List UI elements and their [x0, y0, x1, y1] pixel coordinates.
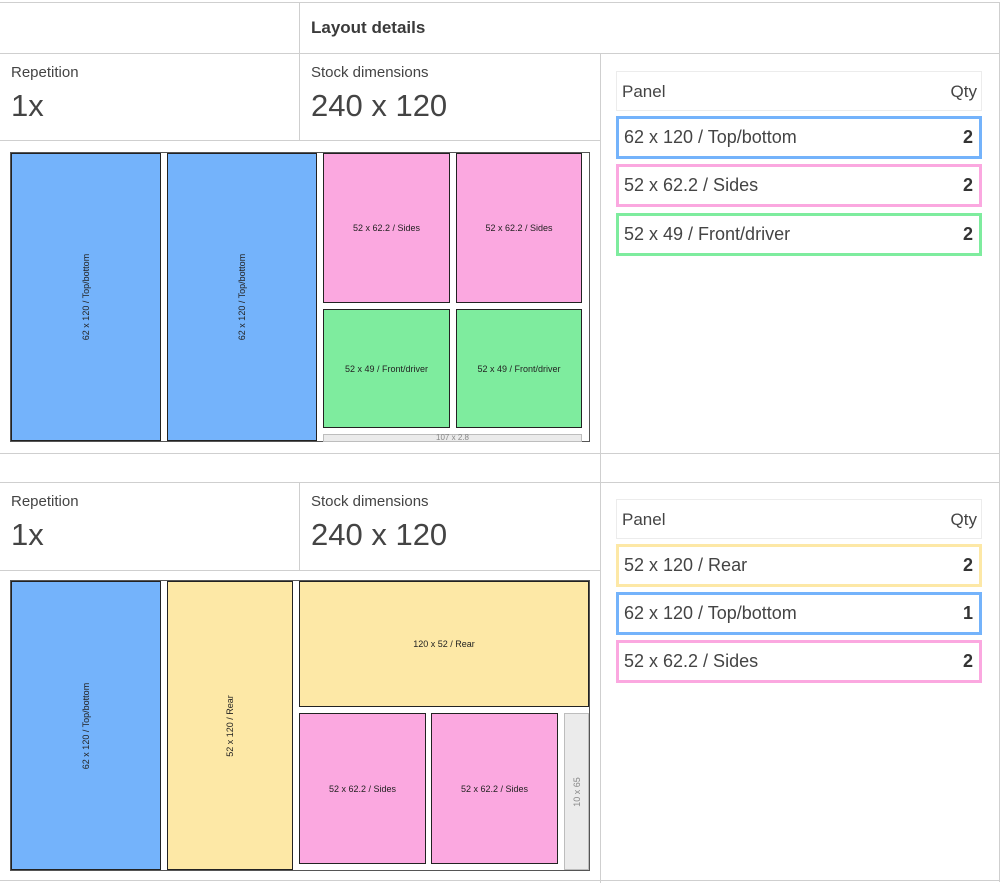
cut-piece-sides[interactable]: 52 x 62.2 / Sides [323, 153, 450, 303]
panel-row[interactable]: 52 x 62.2 / Sides 2 [616, 164, 982, 207]
panel-list-header: Panel Qty [616, 499, 982, 539]
panel-row[interactable]: 62 x 120 / Top/bottom 2 [616, 116, 982, 159]
panel-row[interactable]: 52 x 49 / Front/driver 2 [616, 213, 982, 256]
grid-line [600, 53, 601, 883]
offcut-piece[interactable]: 107 x 2.8 [323, 433, 582, 442]
grid-line [999, 2, 1000, 882]
panel-qty: 2 [962, 175, 973, 195]
grid-line [0, 2, 1000, 3]
cut-piece-top-bottom[interactable]: 62 x 120 / Top/bottom [167, 153, 317, 441]
qty-column-header: Qty [950, 82, 977, 101]
panel-row[interactable]: 62 x 120 / Top/bottom 1 [616, 592, 982, 635]
offcut-piece[interactable]: 10 x 65 [564, 713, 589, 870]
stock-dimensions-label: Stock dimensions [311, 493, 429, 510]
grid-line [0, 570, 600, 571]
stock-dimensions-value: 240 x 120 [311, 517, 448, 552]
repetition-label: Repetition [11, 64, 79, 81]
panel-row[interactable]: 52 x 120 / Rear 2 [616, 544, 982, 587]
repetition-value: 1x [11, 88, 44, 123]
stock-dimensions-label: Stock dimensions [311, 64, 429, 81]
panel-name: 52 x 49 / Front/driver [624, 224, 791, 244]
grid-line [299, 2, 300, 54]
grid-line [0, 880, 1000, 881]
panel-list-header: Panel Qty [616, 71, 982, 111]
panel-column-header: Panel [622, 82, 666, 101]
panel-name: 52 x 62.2 / Sides [624, 651, 759, 671]
cut-piece-front-driver[interactable]: 52 x 49 / Front/driver [323, 309, 450, 428]
grid-line [299, 53, 300, 141]
qty-column-header: Qty [950, 510, 977, 529]
grid-line [0, 53, 1000, 54]
grid-line [0, 453, 1000, 454]
panel-row[interactable]: 52 x 62.2 / Sides 2 [616, 640, 982, 683]
panel-qty: 1 [962, 603, 973, 623]
cut-piece-sides[interactable]: 52 x 62.2 / Sides [456, 153, 582, 303]
grid-line [0, 140, 600, 141]
panel-qty: 2 [962, 224, 973, 244]
cut-piece-top-bottom[interactable]: 62 x 120 / Top/bottom [11, 581, 161, 870]
layout-details-title: Layout details [311, 18, 426, 37]
panel-name: 52 x 120 / Rear [624, 555, 748, 575]
panel-qty: 2 [962, 555, 973, 575]
cut-piece-rear[interactable]: 52 x 120 / Rear [167, 581, 293, 870]
repetition-value: 1x [11, 517, 44, 552]
cut-piece-top-bottom[interactable]: 62 x 120 / Top/bottom [11, 153, 161, 441]
cut-piece-sides[interactable]: 52 x 62.2 / Sides [431, 713, 558, 864]
cut-piece-front-driver[interactable]: 52 x 49 / Front/driver [456, 309, 582, 428]
panel-qty: 2 [962, 127, 973, 147]
cut-piece-rear[interactable]: 120 x 52 / Rear [299, 581, 589, 707]
panel-name: 62 x 120 / Top/bottom [624, 603, 797, 623]
grid-line [299, 482, 300, 571]
panel-name: 62 x 120 / Top/bottom [624, 127, 797, 147]
panel-qty: 2 [962, 651, 973, 671]
grid-line [0, 482, 1000, 483]
cut-piece-sides[interactable]: 52 x 62.2 / Sides [299, 713, 426, 864]
stock-dimensions-value: 240 x 120 [311, 88, 448, 123]
repetition-label: Repetition [11, 493, 79, 510]
panel-name: 52 x 62.2 / Sides [624, 175, 759, 195]
panel-column-header: Panel [622, 510, 666, 529]
